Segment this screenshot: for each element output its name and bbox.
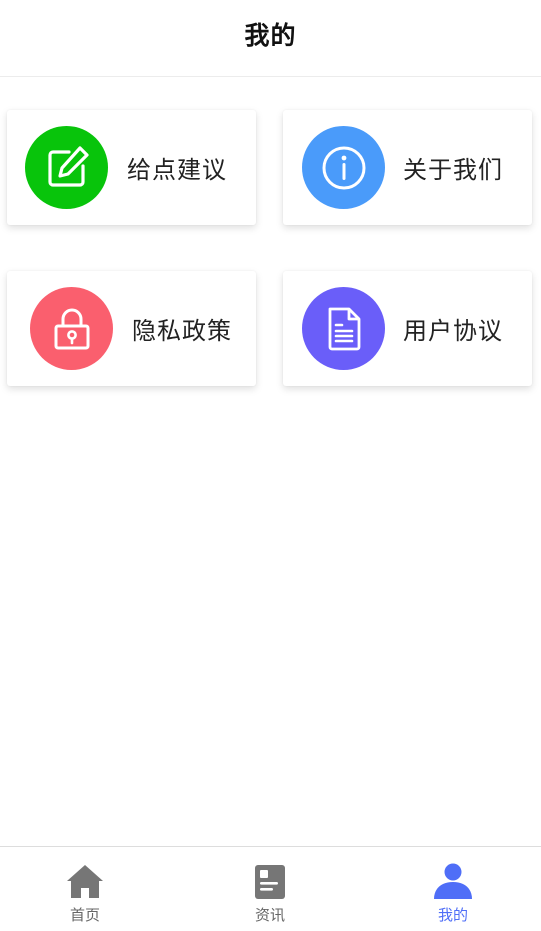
- about-us-label: 关于我们: [403, 156, 503, 184]
- privacy-policy-card[interactable]: 隐私政策: [7, 271, 256, 386]
- home-icon: [65, 862, 105, 902]
- edit-icon: [25, 126, 108, 209]
- privacy-policy-label: 隐私政策: [132, 317, 232, 345]
- tab-mine-label: 我的: [437, 906, 468, 924]
- tab-news[interactable]: 资讯: [210, 847, 330, 931]
- document-icon: [302, 287, 385, 370]
- user-agreement-label: 用户协议: [403, 317, 503, 345]
- header-bar: 我的: [0, 0, 541, 77]
- tab-mine[interactable]: 我的: [393, 847, 513, 931]
- user-agreement-card[interactable]: 用户协议: [283, 271, 532, 386]
- news-icon: [250, 862, 290, 902]
- suggestion-label: 给点建议: [127, 156, 227, 184]
- tab-home[interactable]: 首页: [25, 847, 145, 931]
- about-us-card[interactable]: 关于我们: [283, 110, 532, 225]
- tab-news-label: 资讯: [254, 906, 285, 924]
- lock-icon: [30, 287, 113, 370]
- page-title: 我的: [244, 21, 297, 50]
- bottom-tab-bar: 首页 资讯 我的: [0, 846, 541, 930]
- info-icon: [302, 126, 385, 209]
- suggestion-card[interactable]: 给点建议: [7, 110, 256, 225]
- tab-home-label: 首页: [69, 906, 100, 924]
- user-icon: [433, 862, 473, 902]
